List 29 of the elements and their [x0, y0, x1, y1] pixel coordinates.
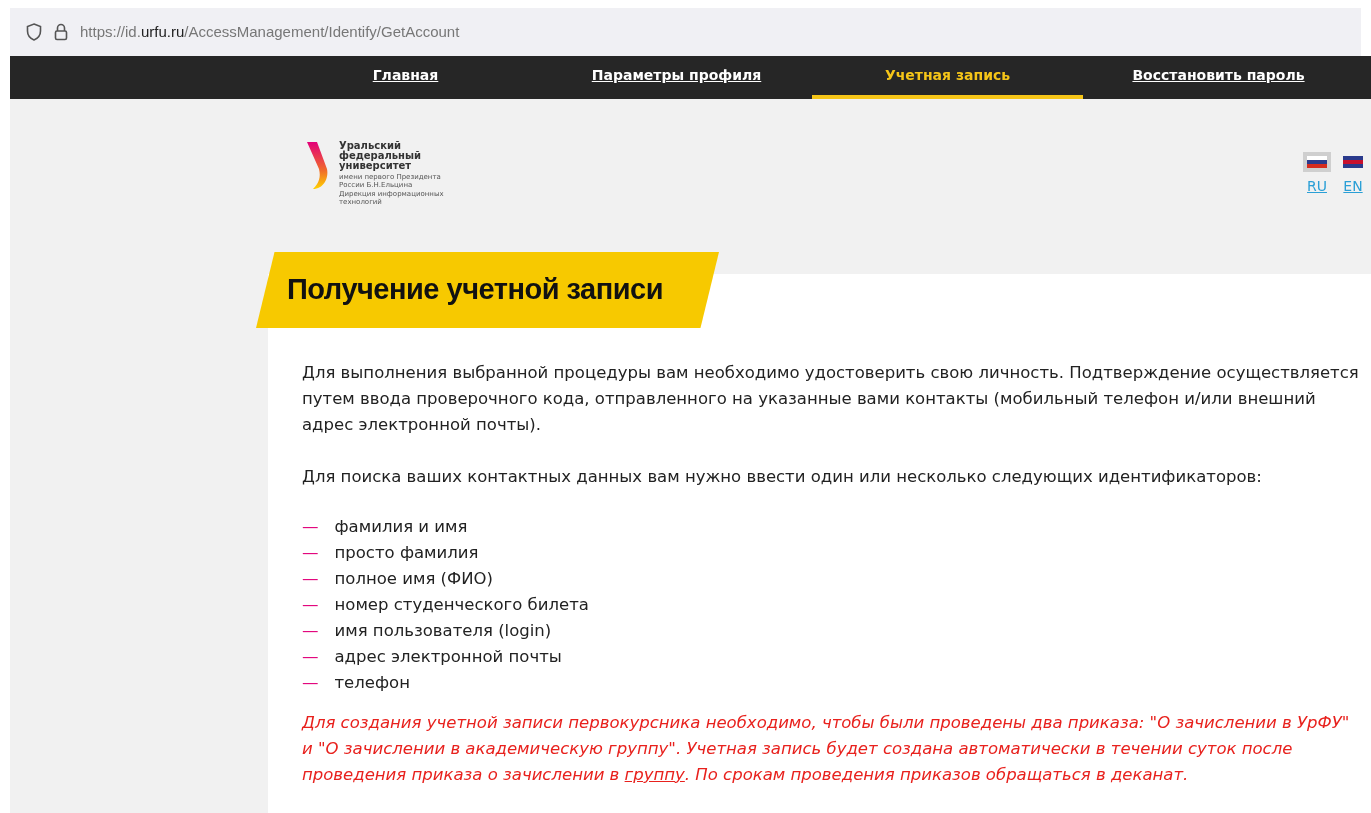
intro-paragraph: Для выполнения выбранной процедуры вам необходимо удостоверить свою личность. Подтверждение осуществляется путем ввода проверочного кода, отправленного на указанные вами контакты (мобильный телефон и/или внешний адрес электронной почты).	[302, 362, 1359, 436]
page-title: Получение учетной записи	[287, 272, 663, 308]
nav-tab[interactable]: Восстановить пароль	[1083, 56, 1354, 99]
lock-icon	[54, 23, 68, 41]
identifier-item: имя пользователя (login)	[334, 620, 552, 642]
identifier-item: номер студенческого билета	[334, 594, 589, 616]
group-link[interactable]: группу	[624, 765, 685, 784]
logo-text: федеральный	[339, 151, 423, 161]
nav-tab[interactable]: Главная	[270, 56, 541, 99]
notice-paragraph: Для создания учетной записи первокурсника необходимо, чтобы были проведены два приказа: "О зачислении в УрФУ" и "О зачислении в академическую группу". Учетная запись будет создана автоматически в течении суток после проведения приказа о зачислении в группу. По срокам проведения приказов обращаться в деканат.	[302, 712, 1351, 786]
identifier-item: адрес электронной почты	[334, 646, 562, 668]
identifier-item: фамилия и имя	[334, 516, 468, 538]
dash-marker: —	[302, 594, 319, 616]
dash-marker: —	[302, 620, 319, 642]
dash-marker: —	[302, 542, 319, 564]
shield-icon	[26, 23, 42, 41]
dash-marker: —	[302, 646, 319, 668]
nav-tab[interactable]: Параметры профиля	[541, 56, 812, 99]
logo-text: Уральский	[339, 141, 401, 151]
identifier-item: просто фамилия	[334, 542, 479, 564]
dash-marker: —	[302, 516, 319, 538]
identifier-item: телефон	[334, 672, 410, 694]
logo-text: университет	[339, 161, 411, 171]
dash-marker: —	[302, 568, 319, 590]
identifiers-intro: Для поиска ваших контактных данных вам нужно ввести один или несколько следующих идентификаторов:	[302, 466, 1263, 488]
identifier-item: полное имя (ФИО)	[334, 568, 493, 590]
flag-icon[interactable]	[1303, 152, 1331, 172]
url-text[interactable]: https://id.urfu.ru/AccessManagement/Identify/GetAccount	[80, 20, 460, 44]
dash-marker: —	[302, 672, 319, 694]
